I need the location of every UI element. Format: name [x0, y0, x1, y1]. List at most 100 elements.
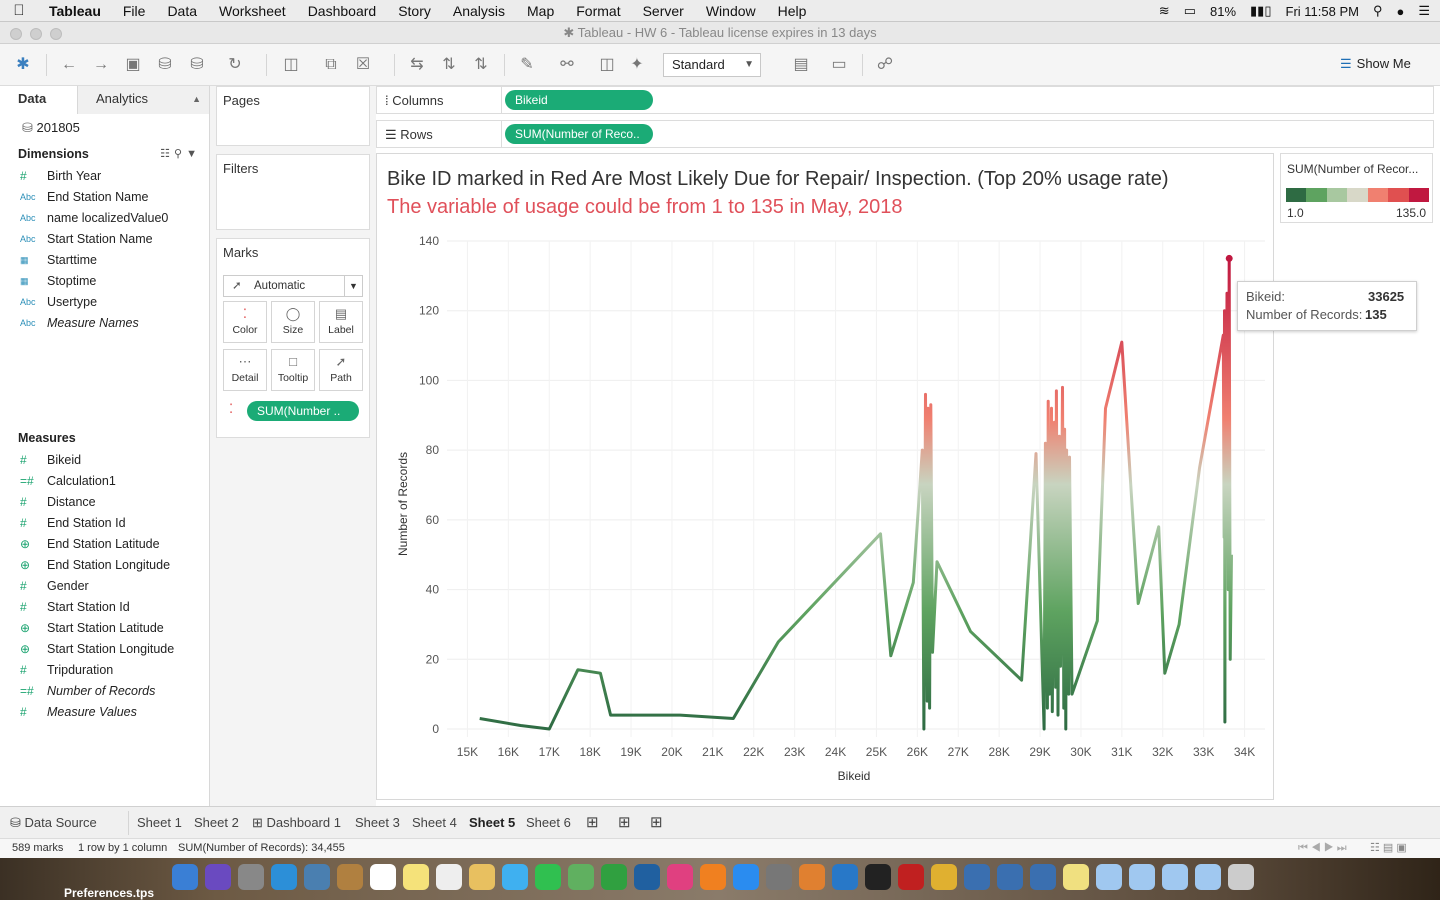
view-mode-icon[interactable]: ☷ ▤ ▣ — [1370, 839, 1407, 858]
measure-field[interactable]: # Measure Values — [0, 702, 209, 723]
tab-sheet-5[interactable]: Sheet 5 — [469, 815, 515, 830]
save-icon[interactable]: ▣ — [122, 54, 144, 76]
highlight-icon[interactable]: ✎ — [516, 54, 538, 76]
dock-photos-icon[interactable] — [469, 864, 495, 890]
dock-sublime-icon[interactable] — [799, 864, 825, 890]
measure-field[interactable]: ⊕ End Station Longitude — [0, 555, 209, 576]
dock-tableau-c-icon[interactable] — [1030, 864, 1056, 890]
show-me-button[interactable]: ☰ Show Me — [1340, 56, 1411, 72]
tab-data[interactable]: Data — [0, 86, 78, 114]
detail-button[interactable]: ⋯ Detail — [223, 349, 267, 391]
measure-field[interactable]: # Bikeid — [0, 450, 209, 471]
sort-ascending-icon[interactable]: ⇅ — [438, 54, 460, 76]
menu-window[interactable]: Window — [695, 3, 767, 19]
new-worksheet-icon[interactable]: ⊞ — [586, 813, 599, 831]
menu-file[interactable]: File — [112, 3, 157, 19]
dock-itunes-icon[interactable] — [667, 864, 693, 890]
redo-icon[interactable]: → — [90, 54, 112, 76]
rows-pill[interactable]: SUM(Number of Reco.. — [505, 124, 653, 144]
highlighted-point[interactable] — [1225, 254, 1233, 262]
group-members-icon[interactable]: ⚯ — [556, 54, 578, 76]
clear-sheet-icon[interactable]: ☒ — [352, 54, 374, 76]
battery-icon[interactable]: ▮▮▯ — [1250, 3, 1271, 19]
datasource-item[interactable]: ⛁ 201805 — [0, 114, 209, 142]
mark-type-select[interactable]: ➚ Automatic ▼ — [223, 275, 363, 297]
measure-field[interactable]: ⊕ Start Station Longitude — [0, 639, 209, 660]
dock-siri-icon[interactable] — [205, 864, 231, 890]
tab-sheet-1[interactable]: Sheet 1 — [137, 815, 182, 830]
new-story-icon[interactable]: ⊞ — [650, 813, 663, 831]
dock-evernote-icon[interactable] — [898, 864, 924, 890]
dimension-field[interactable]: Abc Start Station Name — [0, 229, 209, 250]
dock-maps-icon[interactable] — [568, 864, 594, 890]
menu-data[interactable]: Data — [156, 3, 208, 19]
duplicate-sheet-icon[interactable]: ⧉ — [320, 54, 342, 76]
measure-field[interactable]: # Gender — [0, 576, 209, 597]
tab-sheet-4[interactable]: Sheet 4 — [412, 815, 457, 830]
pages-card[interactable]: Pages — [216, 86, 370, 146]
color-field-pill[interactable]: SUM(Number .. — [247, 401, 359, 421]
measure-field[interactable]: =# Number of Records — [0, 681, 209, 702]
menu-map[interactable]: Map — [516, 3, 565, 19]
dock-vscode-icon[interactable] — [832, 864, 858, 890]
menu-dashboard[interactable]: Dashboard — [297, 3, 388, 19]
tab-data-source[interactable]: ⛁ Data Source — [10, 815, 97, 831]
color-button[interactable]: ⁚ Color — [223, 301, 267, 343]
dock-folder-d-icon[interactable] — [1195, 864, 1221, 890]
new-worksheet-icon[interactable]: ◫ — [280, 54, 302, 76]
airplay-icon[interactable]: ▭ — [1184, 3, 1196, 19]
measure-field[interactable]: =# Calculation1 — [0, 471, 209, 492]
tooltip-button[interactable]: □ Tooltip — [271, 349, 315, 391]
menu-analysis[interactable]: Analysis — [442, 3, 516, 19]
show-cards-icon[interactable]: ▤ — [790, 54, 812, 76]
dock-finder-icon[interactable] — [172, 864, 198, 890]
dock-calendar-icon[interactable] — [370, 864, 396, 890]
dock-stickies-icon[interactable] — [1063, 864, 1089, 890]
dock-app-store-icon[interactable] — [733, 864, 759, 890]
search-icon[interactable]: ⚲ — [174, 148, 186, 160]
refresh-icon[interactable]: ↻ — [224, 54, 246, 76]
dock-contacts-icon[interactable] — [337, 864, 363, 890]
sheet-navigation-icon[interactable]: ⏮ ◀ ▶ ⏭ — [1298, 839, 1347, 858]
dimension-field[interactable]: # Birth Year — [0, 166, 209, 187]
presentation-mode-icon[interactable]: ▭ — [828, 54, 850, 76]
columns-pill[interactable]: Bikeid — [505, 90, 653, 110]
dock-messages-icon[interactable] — [502, 864, 528, 890]
dock-tableau-a-icon[interactable] — [964, 864, 990, 890]
menu-story[interactable]: Story — [387, 3, 442, 19]
fit-size-select[interactable]: Standard ▼ — [663, 53, 761, 77]
dimension-field[interactable]: Abc End Station Name — [0, 187, 209, 208]
dock-numbers-icon[interactable] — [601, 864, 627, 890]
dock-launchpad-icon[interactable] — [238, 864, 264, 890]
zoom-window-button[interactable] — [50, 28, 62, 40]
clock[interactable]: Fri 11:58 PM — [1286, 4, 1359, 19]
size-button[interactable]: ◯ Size — [271, 301, 315, 343]
color-legend[interactable]: SUM(Number of Recor... 1.0 135.0 — [1280, 153, 1433, 223]
swap-rows-columns-icon[interactable]: ⇆ — [406, 54, 428, 76]
notification-center-icon[interactable]: ☰ — [1418, 3, 1430, 19]
menu-format[interactable]: Format — [565, 3, 631, 19]
battery-percent[interactable]: 81% — [1210, 4, 1236, 19]
dimension-field[interactable]: Abc name localizedValue0 — [0, 208, 209, 229]
label-button[interactable]: ▤ Label — [319, 301, 363, 343]
menu-app[interactable]: Tableau — [38, 3, 112, 19]
columns-shelf[interactable]: ⁞ Columns Bikeid — [376, 86, 1434, 114]
spotlight-icon[interactable]: ⚲ — [1373, 3, 1383, 19]
path-button[interactable]: ➚ Path — [319, 349, 363, 391]
dock-reminders-icon[interactable] — [436, 864, 462, 890]
viz-area[interactable]: Bike ID marked in Red Are Most Likely Du… — [376, 153, 1274, 800]
menu-help[interactable]: Help — [767, 3, 818, 19]
measure-field[interactable]: # End Station Id — [0, 513, 209, 534]
measure-field[interactable]: # Tripduration — [0, 660, 209, 681]
show-mark-labels-icon[interactable]: ◫ — [596, 54, 618, 76]
dimension-field[interactable]: Abc Usertype — [0, 292, 209, 313]
tab-dashboard-1[interactable]: ⊞ Dashboard 1 — [252, 815, 341, 831]
share-icon[interactable]: ☍ — [874, 54, 896, 76]
apple-menu-icon[interactable]:  — [0, 2, 38, 19]
undo-icon[interactable]: ← — [58, 54, 80, 76]
measure-field[interactable]: ⊕ Start Station Latitude — [0, 618, 209, 639]
desktop-file-label[interactable]: Preferences.tps — [64, 886, 154, 900]
line-chart[interactable]: 0 20 40 60 80 100 120 140 15K 16K 17K 18K 19K 20K 21K… — [377, 219, 1273, 799]
tab-analytics[interactable]: Analytics ▲ — [78, 86, 209, 114]
fix-axes-icon[interactable]: ✦ — [626, 54, 648, 76]
